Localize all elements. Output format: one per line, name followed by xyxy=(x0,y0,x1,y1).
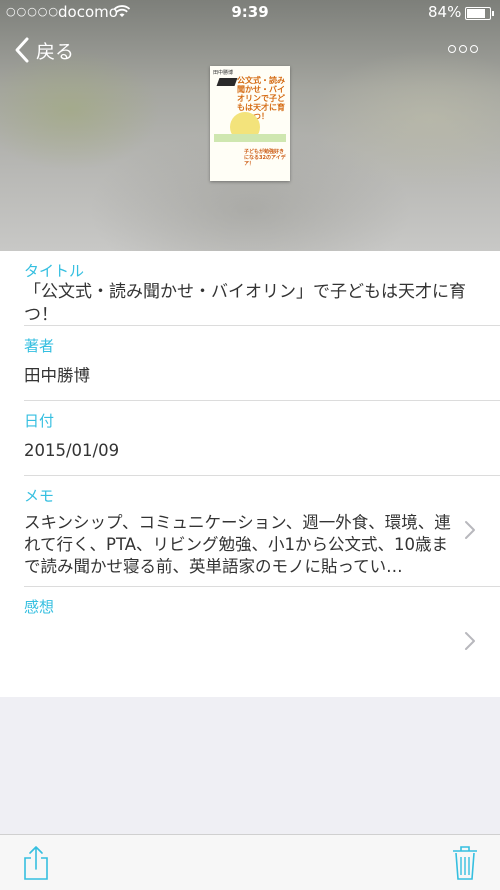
cover-author: 田中勝博 xyxy=(213,70,234,76)
author-label: 著者 xyxy=(24,337,55,355)
book-cover: 田中勝博 公文式・読み聞かせ・バイオリンで子どもは天才に育つ！ 子どもが勉強好き… xyxy=(210,66,290,181)
title-value[interactable]: 「公文式・読み聞かせ・バイオリン」で子どもは天才に育つ！ xyxy=(24,281,484,327)
detail-card: タイトル 「公文式・読み聞かせ・バイオリン」で子どもは天才に育つ！ 著者 田中勝… xyxy=(0,251,500,697)
memo-row[interactable]: メモ スキンシップ、コミュニケーション、週一外食、環境、連れて行く、PTA、リビ… xyxy=(0,476,500,586)
divider xyxy=(24,400,500,401)
cover-ground xyxy=(214,134,286,142)
author-value[interactable]: 田中勝博 xyxy=(24,365,90,387)
chevron-left-icon xyxy=(15,37,29,63)
bottom-toolbar xyxy=(0,834,500,890)
cover-subtitle: 子どもが勉強好きになる32のアイデア！ xyxy=(244,149,286,167)
chevron-right-icon xyxy=(465,632,475,650)
chevron-right-icon xyxy=(465,521,475,539)
title-label: タイトル xyxy=(24,262,85,280)
impressions-label: 感想 xyxy=(24,598,55,616)
back-label: 戻る xyxy=(36,40,75,63)
status-bar: ○○○○○ docomo 9:39 84% xyxy=(0,0,500,26)
clock: 9:39 xyxy=(231,3,269,21)
battery-icon xyxy=(465,7,494,20)
trash-icon[interactable] xyxy=(451,845,479,881)
back-button[interactable]: 戻る xyxy=(12,36,74,64)
date-label: 日付 xyxy=(24,412,55,430)
impressions-row[interactable]: 感想 xyxy=(0,587,500,697)
more-icon[interactable] xyxy=(448,42,478,56)
memo-value: スキンシップ、コミュニケーション、週一外食、環境、連れて行く、PTA、リビング勉… xyxy=(24,513,451,576)
share-icon[interactable] xyxy=(22,845,50,881)
divider xyxy=(24,325,500,326)
date-value[interactable]: 2015/01/09 xyxy=(24,440,119,462)
header-background: ○○○○○ docomo 9:39 84% 戻る 田中勝博 公文式・読み聞かせ・… xyxy=(0,0,500,251)
memo-label: メモ xyxy=(24,487,55,505)
battery-percent: 84% xyxy=(428,3,462,21)
